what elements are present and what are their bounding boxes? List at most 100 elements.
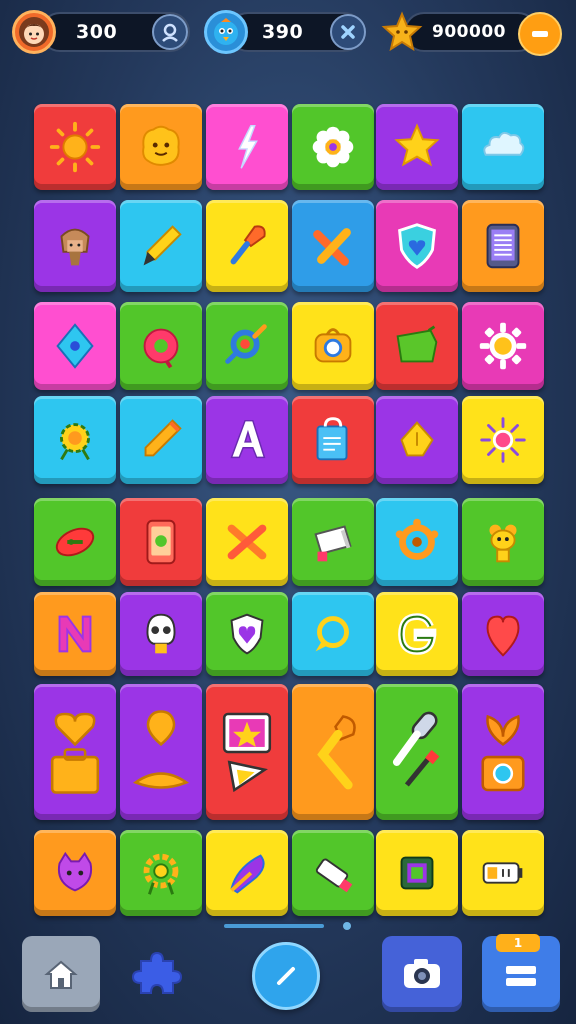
pencil-icon — [144, 419, 182, 457]
tile-camera-bag[interactable] — [292, 302, 374, 390]
page-indicator-line — [224, 924, 324, 928]
home-button[interactable] — [22, 936, 100, 1012]
tile-cloud[interactable] — [462, 104, 544, 190]
tile-sun-gear[interactable] — [34, 396, 116, 484]
edit-pencil-icon — [277, 967, 295, 985]
tile-medal[interactable] — [120, 830, 202, 916]
blue-bird-icon[interactable] — [204, 10, 248, 54]
torch-icon — [317, 715, 356, 790]
star-icon — [394, 123, 440, 167]
heart-bag-icon — [50, 712, 100, 794]
camera-bag-icon — [314, 328, 352, 363]
microphone-icon — [392, 711, 440, 787]
profile-icon[interactable] — [152, 14, 188, 50]
crossed-sticks-icon — [313, 228, 351, 266]
tile-robot-head[interactable] — [462, 498, 544, 586]
tile-stamp[interactable] — [292, 498, 374, 586]
tile-heart-pin[interactable] — [462, 592, 544, 676]
avatar-girl-icon[interactable] — [12, 10, 56, 54]
gold-star-icon[interactable] — [380, 10, 424, 54]
phone-icon — [146, 519, 176, 565]
tile-heart-bag[interactable] — [34, 684, 116, 820]
puzzle-icon — [131, 951, 183, 994]
tile-letter-n[interactable] — [34, 592, 116, 676]
sparkle-icon — [480, 417, 526, 463]
marker-pen-icon — [143, 225, 182, 266]
tile-flower[interactable] — [292, 104, 374, 190]
skull-icon — [146, 613, 176, 654]
tile-green-folder[interactable] — [376, 302, 458, 390]
tile-paint-brush[interactable] — [206, 200, 288, 292]
cat-face-icon — [57, 851, 93, 892]
usb-stick-icon — [315, 858, 353, 893]
paint-brush-icon — [230, 225, 266, 265]
tile-picture[interactable] — [376, 830, 458, 916]
tile-microphone[interactable] — [376, 684, 458, 820]
stamp-icon — [314, 525, 352, 562]
shield-heart-icon — [398, 223, 436, 269]
tile-sun[interactable] — [34, 104, 116, 190]
photo-frame-icon — [222, 712, 272, 793]
tile-leaf-camera[interactable] — [462, 684, 544, 820]
tile-gear[interactable] — [462, 302, 544, 390]
menu-badge: 1 — [496, 934, 540, 952]
tile-ring-badge[interactable] — [120, 302, 202, 390]
tile-photo-frame[interactable] — [206, 684, 288, 820]
tile-candy[interactable] — [34, 498, 116, 586]
ring-badge-icon — [143, 328, 179, 369]
tile-shopping-bag[interactable] — [292, 396, 374, 484]
tile-heart-shield[interactable] — [206, 592, 288, 676]
sun-icon — [49, 121, 101, 173]
picture-icon — [400, 856, 434, 890]
tile-torch[interactable] — [292, 684, 374, 820]
tile-shield-heart[interactable] — [376, 200, 458, 292]
tile-battery[interactable] — [462, 830, 544, 916]
letter-n-icon — [58, 615, 92, 653]
tile-sparkle[interactable] — [462, 396, 544, 484]
tile-crossed-sticks[interactable] — [292, 200, 374, 292]
close-x-icon[interactable] — [330, 14, 366, 50]
tile-chat-bubble[interactable] — [292, 592, 374, 676]
tile-phone[interactable] — [120, 498, 202, 586]
leaf-camera-icon — [481, 714, 525, 792]
tile-lightning[interactable] — [206, 104, 288, 190]
tile-letter-a[interactable] — [206, 396, 288, 484]
diamond-gem-icon — [56, 323, 94, 369]
stars-value: 900000 — [432, 22, 506, 42]
tile-smiley-blob[interactable] — [120, 104, 202, 190]
tile-star[interactable] — [376, 104, 458, 190]
tile-skull[interactable] — [120, 592, 202, 676]
feather-icon — [230, 854, 265, 894]
puzzle-button[interactable] — [126, 944, 188, 1006]
camera-icon — [404, 959, 440, 988]
tile-feather[interactable] — [206, 830, 288, 916]
tile-letter-g[interactable] — [376, 592, 458, 676]
candy-icon — [55, 527, 95, 557]
heart-shield-icon — [230, 613, 264, 655]
tablet-icon — [486, 223, 520, 269]
tile-marker-pen[interactable] — [120, 200, 202, 292]
tile-usb-stick[interactable] — [292, 830, 374, 916]
menu-button[interactable]: 1 — [482, 934, 560, 1012]
tile-diamond-gem[interactable] — [34, 302, 116, 390]
tile-tablet[interactable] — [462, 200, 544, 292]
edit-button[interactable] — [252, 942, 320, 1010]
x-cross-icon — [227, 524, 267, 560]
tile-cog-ring[interactable] — [376, 498, 458, 586]
sun-gear-icon — [60, 423, 90, 461]
tile-pin-croissant[interactable] — [120, 684, 202, 820]
tile-pencil[interactable] — [120, 396, 202, 484]
cloud-icon — [483, 131, 525, 156]
minus-icon[interactable] — [518, 12, 562, 56]
tile-pharaoh-head[interactable] — [34, 200, 116, 292]
tile-cat-face[interactable] — [34, 830, 116, 916]
smiley-blob-icon — [142, 125, 180, 166]
tile-pen-nib[interactable] — [376, 396, 458, 484]
pharaoh-head-icon — [60, 228, 90, 266]
tile-magnifier[interactable] — [206, 302, 288, 390]
tile-x-cross[interactable] — [206, 498, 288, 586]
letter-a-icon — [230, 419, 266, 459]
coins-value: 300 — [76, 21, 118, 43]
camera-button[interactable] — [382, 936, 462, 1012]
pen-nib-icon — [400, 421, 434, 457]
